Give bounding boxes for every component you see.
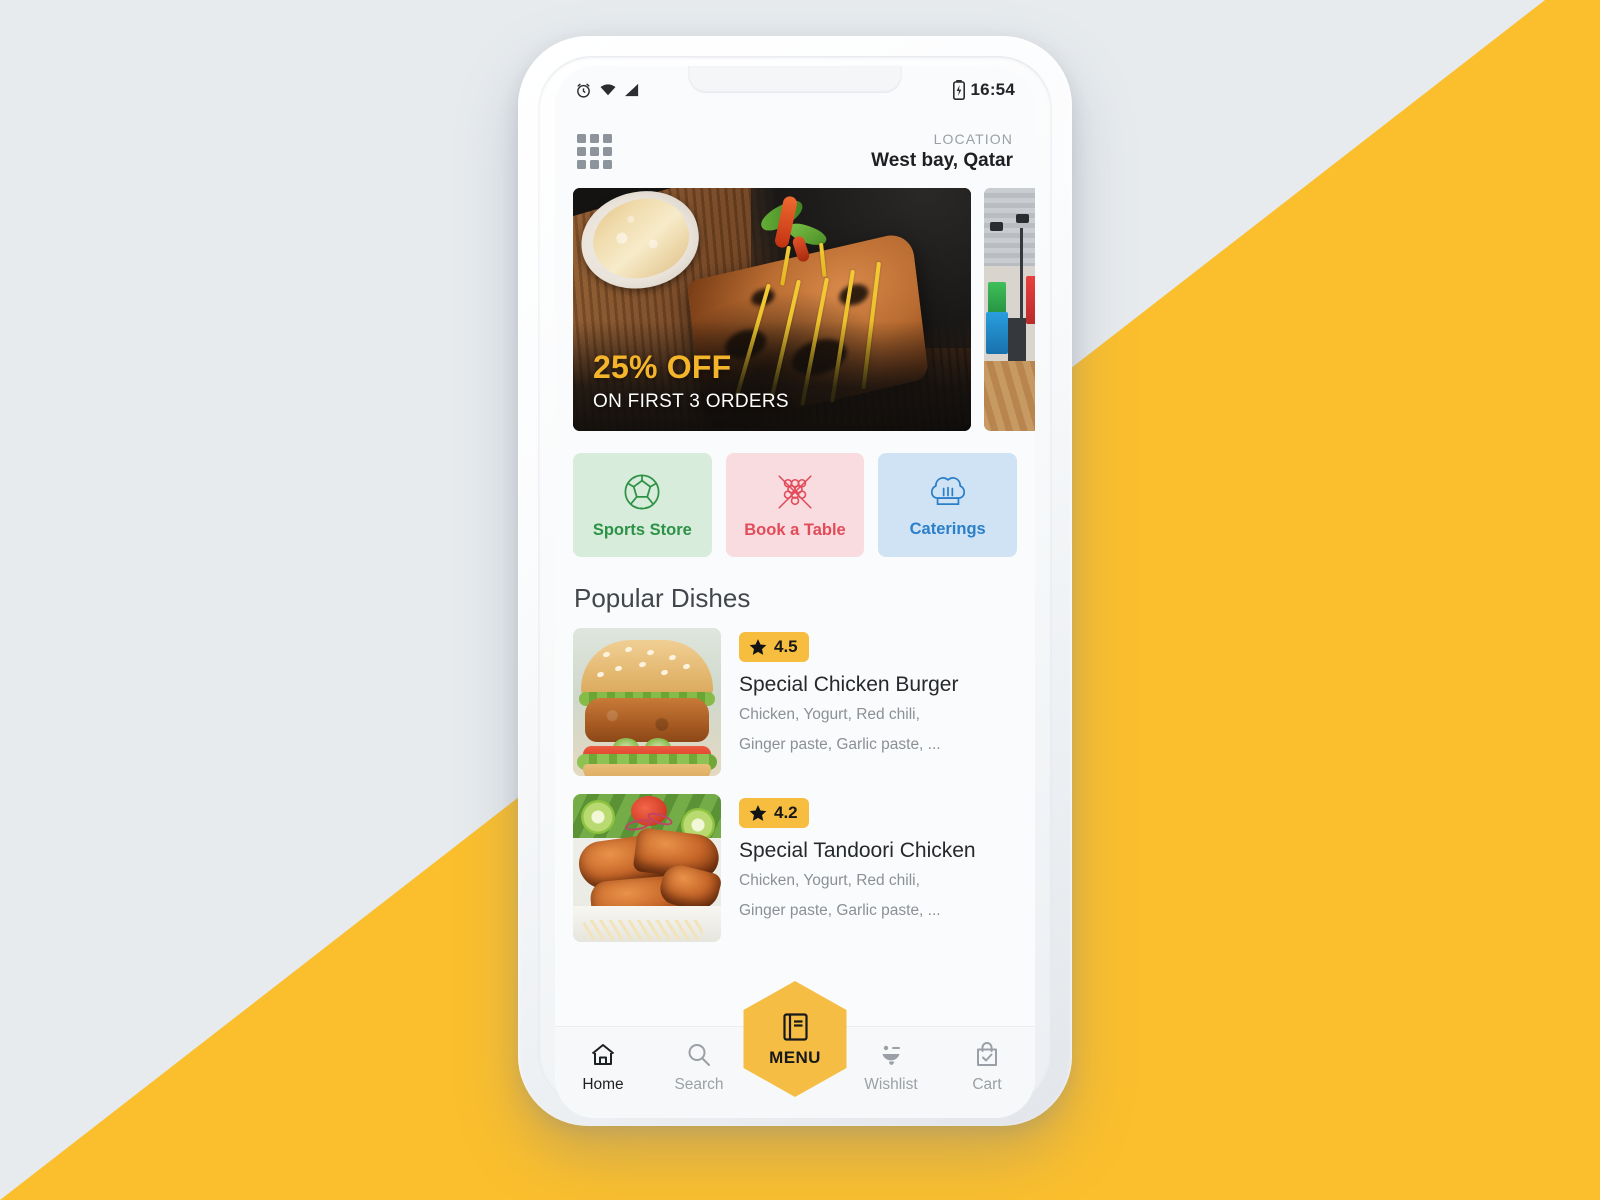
category-label: Caterings: [909, 519, 986, 538]
popular-dishes-title: Popular Dishes: [574, 583, 751, 613]
rating-value: 4.2: [774, 803, 798, 822]
nav-item-cart[interactable]: Cart: [939, 1041, 1035, 1094]
location-label: LOCATION: [933, 130, 1013, 147]
screen-notch: [688, 66, 902, 93]
nav-label: Home: [582, 1076, 624, 1093]
alarm-icon: [577, 83, 590, 98]
app-header: LOCATION West bay, Qatar: [555, 114, 1035, 182]
category-label: Book a Table: [744, 520, 846, 539]
promo-banner-card-next[interactable]: [984, 188, 1035, 431]
rating-value: 4.5: [774, 637, 798, 656]
nav-item-search[interactable]: Search: [651, 1041, 747, 1094]
nav-label: Wishlist: [864, 1076, 918, 1093]
promo-headline: 25% OFF: [593, 349, 732, 385]
list-item[interactable]: 4.5 Special Chicken Burger Chicken, Yogu…: [573, 628, 1017, 776]
status-bar-right: 16:54: [952, 80, 1015, 100]
app-scroll-body: 25% OFF ON FIRST 3 ORDERS Sports Store B…: [555, 182, 1035, 1026]
winking-face-icon: [882, 1045, 900, 1065]
category-label: Sports Store: [592, 520, 692, 539]
dish-description-line-1: Chicken, Yogurt, Red chili,: [739, 706, 920, 723]
location-value: West bay, Qatar: [871, 149, 1013, 171]
status-time: 16:54: [970, 80, 1015, 99]
category-tiles: Sports Store Book a Table Caterings: [555, 431, 1035, 557]
battery-charging-icon: [952, 80, 965, 100]
category-caterings[interactable]: Caterings: [878, 453, 1018, 557]
wifi-icon: [600, 84, 616, 96]
nav-item-home[interactable]: Home: [555, 1041, 651, 1094]
dish-description-line-2: Ginger paste, Garlic paste, ...: [739, 735, 941, 753]
chef-hat-icon: [930, 476, 965, 505]
nav-item-wishlist[interactable]: Wishlist: [843, 1041, 939, 1094]
search-icon: [688, 1044, 710, 1066]
status-bar-left: [575, 82, 640, 99]
star-icon: [749, 805, 767, 821]
category-sports-store[interactable]: Sports Store: [573, 453, 712, 557]
home-icon: [591, 1044, 615, 1065]
category-book-a-table[interactable]: Book a Table: [725, 453, 865, 557]
status-badge: 4.2: [739, 798, 809, 828]
dish-description-line-1: Chicken, Yogurt, Red chili,: [739, 872, 920, 889]
bottom-navigation-bar: Home Search · Wishlist: [555, 981, 1035, 1118]
dish-name: Special Tandoori Chicken: [739, 839, 976, 862]
promo-subline: ON FIRST 3 ORDERS: [593, 391, 789, 412]
phone-screen: 16:54 LOCATION West bay, Qatar 25% OFF O…: [555, 66, 1035, 1118]
shopping-bag-check-icon: [977, 1042, 997, 1066]
status-bar: 16:54: [555, 66, 1035, 114]
soccer-ball-icon: [624, 474, 660, 509]
nav-label: Search: [674, 1076, 724, 1093]
grid-menu-icon[interactable]: [577, 133, 612, 169]
popular-dishes-list: 4.5 Special Chicken Burger Chicken, Yogu…: [555, 614, 1035, 942]
billiards-rack-icon: [778, 474, 812, 509]
nav-label: Cart: [972, 1076, 1002, 1093]
dish-image-tandoori: [573, 794, 721, 942]
location-block[interactable]: LOCATION West bay, Qatar: [871, 131, 1013, 172]
dish-image-burger: [573, 628, 721, 776]
dish-name: Special Chicken Burger: [739, 673, 959, 696]
dish-info: 4.5 Special Chicken Burger Chicken, Yogu…: [739, 628, 1017, 776]
sports-store-image: [984, 188, 1035, 431]
menu-fab-label: MENU: [769, 1048, 821, 1067]
promo-banner-text: 25% OFF ON FIRST 3 ORDERS: [573, 349, 971, 431]
list-item[interactable]: 4.2 Special Tandoori Chicken Chicken, Yo…: [573, 794, 1017, 942]
star-icon: [749, 639, 767, 655]
promo-carousel[interactable]: 25% OFF ON FIRST 3 ORDERS: [555, 182, 1035, 431]
phone-mockup: 16:54 LOCATION West bay, Qatar 25% OFF O…: [518, 36, 1072, 1126]
status-badge: 4.5: [739, 632, 809, 662]
dish-description-line-2: Ginger paste, Garlic paste, ...: [739, 901, 941, 919]
promo-banner-card[interactable]: 25% OFF ON FIRST 3 ORDERS: [573, 188, 971, 431]
dish-info: 4.2 Special Tandoori Chicken Chicken, Yo…: [739, 794, 1017, 942]
book-icon: [782, 1013, 808, 1041]
signal-icon: [625, 83, 639, 97]
